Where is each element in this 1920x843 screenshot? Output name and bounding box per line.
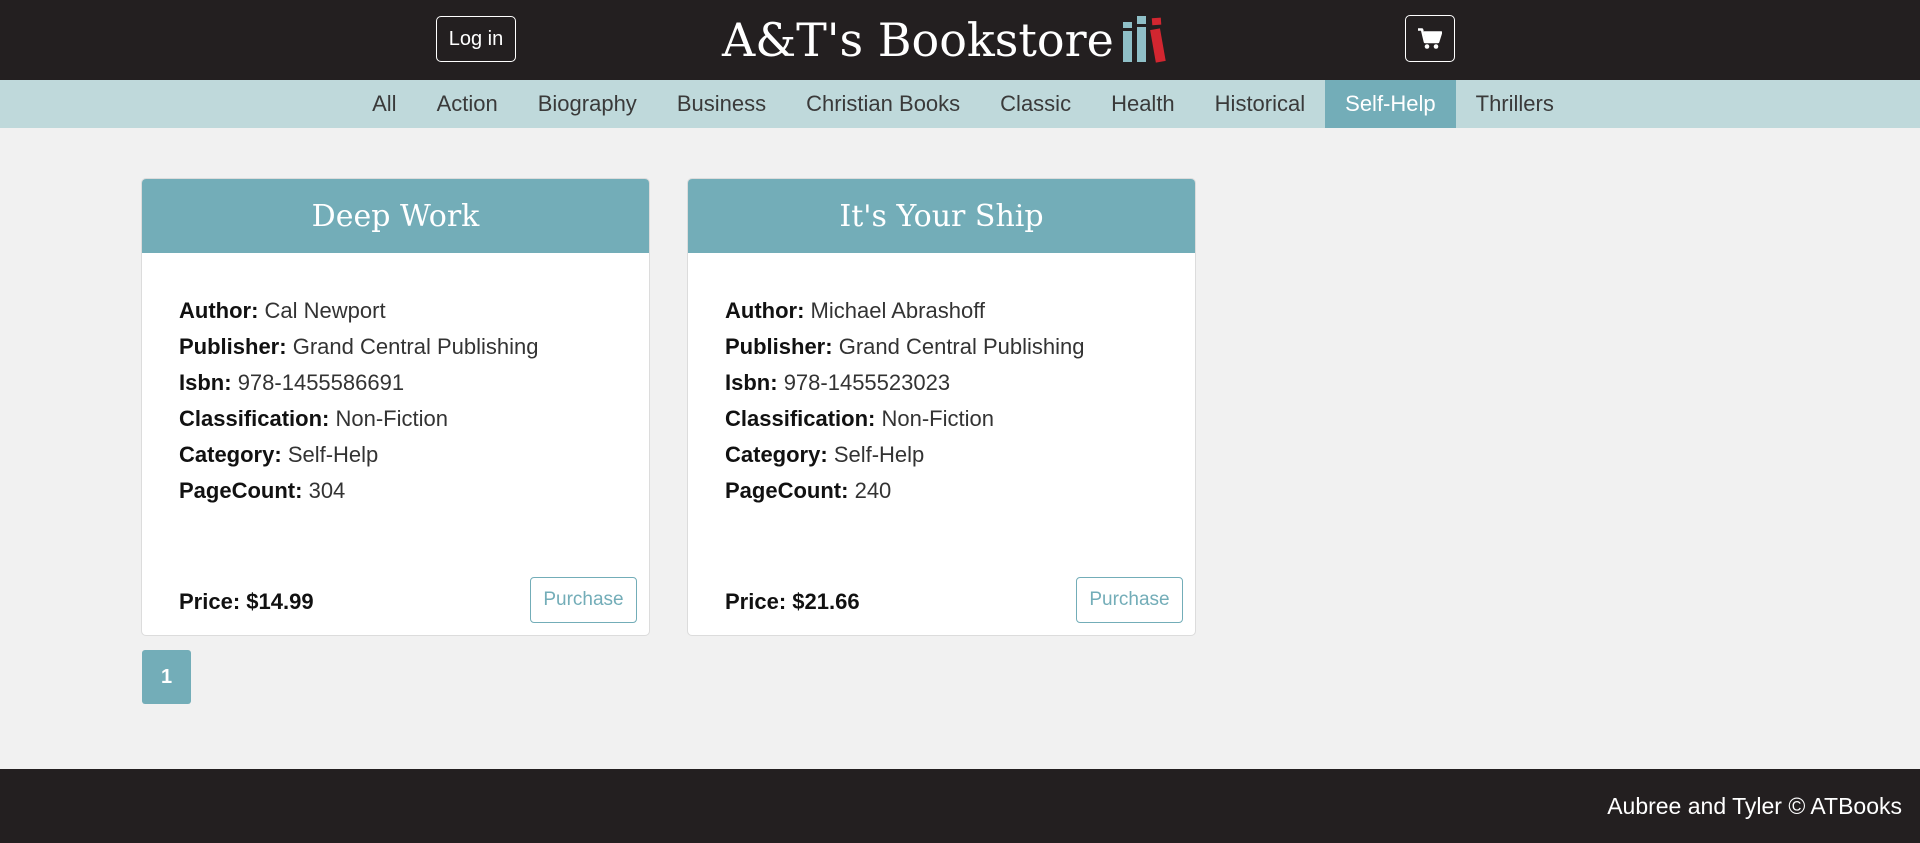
category-biography[interactable]: Biography	[518, 80, 657, 128]
book-isbn: Isbn: 978-1455523023	[725, 370, 951, 395]
footer-copyright: Aubree and Tyler © ATBooks	[1607, 793, 1902, 819]
books-icon	[1123, 16, 1166, 63]
book-publisher: Publisher: Grand Central Publishing	[725, 334, 1085, 359]
top-navbar: Log in A&T's Bookstore	[0, 0, 1920, 80]
purchase-button[interactable]: Purchase	[1076, 577, 1183, 623]
category-health[interactable]: Health	[1091, 80, 1195, 128]
book-card: It's Your Ship Author: Michael Abrashoff…	[687, 178, 1196, 636]
book-price: Price: $21.66	[725, 589, 860, 614]
book-title: It's Your Ship	[688, 179, 1195, 253]
category-thrillers[interactable]: Thrillers	[1456, 80, 1574, 128]
book-pagecount: PageCount: 304	[179, 478, 346, 503]
category-business[interactable]: Business	[657, 80, 786, 128]
category-all[interactable]: All	[352, 80, 416, 128]
book-card: Deep Work Author: Cal Newport Publisher:…	[141, 178, 650, 636]
book-title: Deep Work	[142, 179, 649, 253]
login-button[interactable]: Log in	[436, 16, 516, 62]
category-action[interactable]: Action	[417, 80, 518, 128]
brand[interactable]: A&T's Bookstore	[722, 6, 1114, 74]
book-classification: Classification: Non-Fiction	[725, 406, 994, 431]
category-christian-books[interactable]: Christian Books	[786, 80, 980, 128]
purchase-button[interactable]: Purchase	[530, 577, 637, 623]
book-price: Price: $14.99	[179, 589, 314, 614]
category-self-help[interactable]: Self-Help	[1325, 80, 1456, 128]
book-author: Author: Cal Newport	[179, 298, 386, 323]
category-nav: All Action Biography Business Christian …	[0, 80, 1920, 128]
book-isbn: Isbn: 978-1455586691	[179, 370, 405, 395]
category-classic[interactable]: Classic	[980, 80, 1091, 128]
book-category: Category: Self-Help	[179, 442, 379, 467]
book-category: Category: Self-Help	[725, 442, 925, 467]
category-historical[interactable]: Historical	[1195, 80, 1325, 128]
pagination-page-button[interactable]: 1	[142, 650, 191, 704]
footer: Aubree and Tyler © ATBooks	[0, 769, 1920, 843]
book-classification: Classification: Non-Fiction	[179, 406, 448, 431]
site-title[interactable]: A&T's Bookstore	[722, 13, 1114, 67]
book-publisher: Publisher: Grand Central Publishing	[179, 334, 539, 359]
book-pagecount: PageCount: 240	[725, 478, 892, 503]
book-author: Author: Michael Abrashoff	[725, 298, 986, 323]
shopping-cart-icon	[1418, 27, 1442, 49]
cart-button[interactable]	[1405, 15, 1455, 62]
